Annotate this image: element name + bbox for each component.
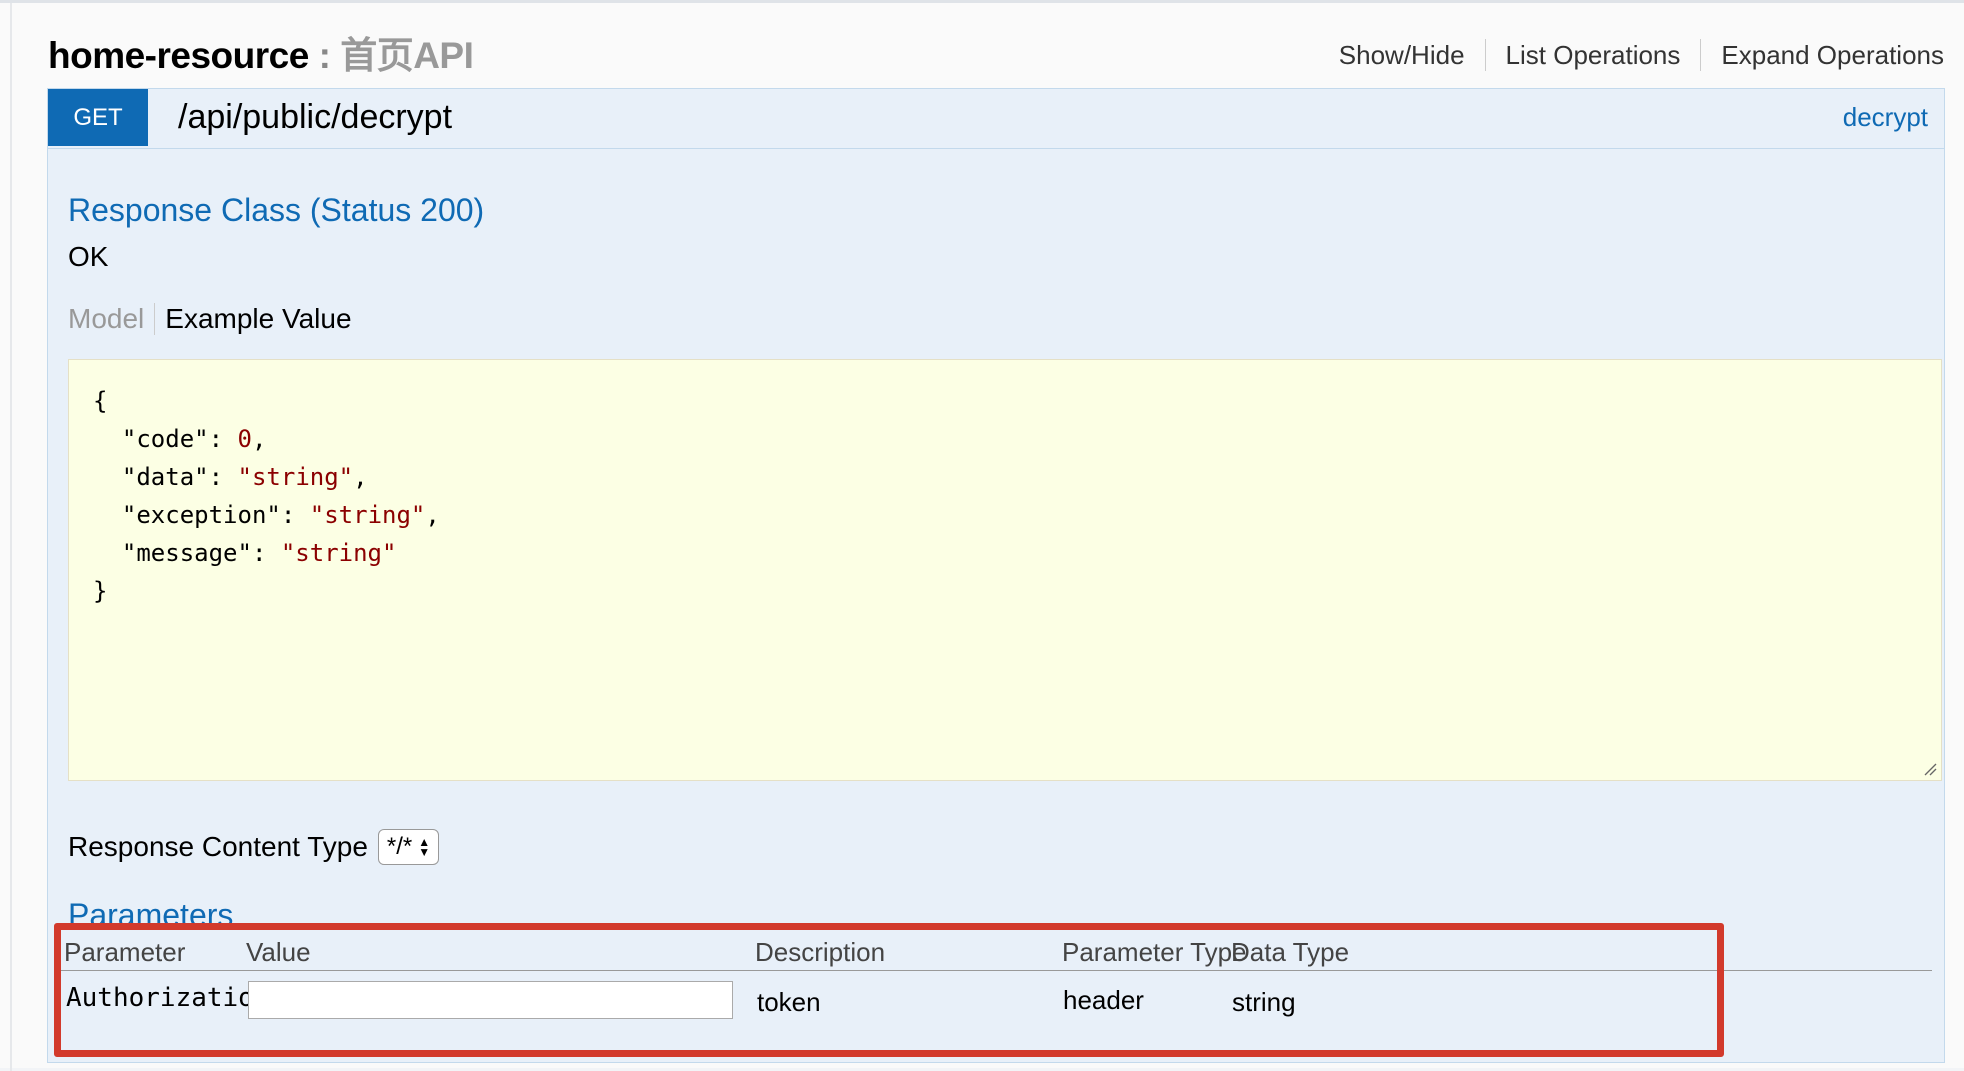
parameters-title: Parameters: [68, 897, 234, 925]
response-status-text: OK: [68, 241, 109, 272]
authorization-value-input[interactable]: [248, 981, 733, 1019]
signature-tabs: Model Example Value: [68, 303, 352, 335]
parameter-description: token: [757, 987, 821, 1017]
resource-links: Show/Hide List Operations Expand Operati…: [1319, 39, 1944, 71]
parameter-name: Authorization: [66, 983, 270, 1013]
column-header-parameter: Parameter: [64, 937, 186, 967]
column-header-description: Description: [755, 937, 886, 967]
http-method-badge[interactable]: GET: [48, 89, 148, 146]
json-comma: ,: [425, 501, 440, 529]
operation-heading[interactable]: GET /api/public/decrypt decrypt: [48, 89, 1944, 149]
json-value: "string": [309, 501, 426, 529]
response-content-type: Response Content Type */* ▲ ▼: [68, 829, 440, 865]
content-type-selected: */*: [386, 833, 413, 860]
json-line: "code": 0,: [121, 425, 267, 453]
json-key: "data": [121, 463, 209, 491]
resource-separator: :: [318, 35, 331, 76]
json-line: "message": "string": [121, 539, 397, 567]
column-header-value: Value: [246, 937, 311, 967]
resize-handle-icon[interactable]: [1923, 762, 1937, 776]
json-brace-close: }: [93, 577, 108, 605]
show-hide-link[interactable]: Show/Hide: [1319, 39, 1486, 71]
table-row: Authorization token header string: [58, 971, 1932, 1031]
tab-model[interactable]: Model: [68, 303, 156, 335]
json-line: "exception": "string",: [121, 501, 440, 529]
json-value: 0: [237, 425, 252, 453]
resource-name[interactable]: home-resource: [48, 35, 309, 76]
json-key: "exception": [121, 501, 281, 529]
column-header-parameter-type: Parameter Type: [1062, 937, 1247, 967]
list-operations-link[interactable]: List Operations: [1486, 39, 1702, 71]
parameter-type: header: [1063, 985, 1144, 1015]
json-key: "code": [121, 425, 209, 453]
response-class-title: Response Class (Status 200): [68, 192, 485, 228]
column-header-data-type: Data Type: [1231, 937, 1350, 967]
json-comma: ,: [251, 425, 267, 453]
json-brace-open: {: [93, 387, 108, 415]
select-arrows-icon: ▲ ▼: [418, 835, 431, 859]
parameter-data-type: string: [1232, 987, 1296, 1017]
json-comma: ,: [353, 463, 368, 491]
json-value: "string": [280, 539, 397, 567]
operation-nickname-link[interactable]: decrypt: [1843, 102, 1928, 133]
json-line: "data": "string",: [121, 463, 368, 491]
expand-operations-link[interactable]: Expand Operations: [1701, 39, 1944, 71]
resource-description: 首页API: [340, 35, 474, 76]
json-line: }: [93, 572, 1917, 610]
operation-panel: GET /api/public/decrypt decrypt Response…: [47, 88, 1945, 1063]
json-line: {: [93, 382, 1917, 420]
json-key: "message": [121, 539, 252, 567]
response-content-type-label: Response Content Type: [68, 831, 368, 862]
example-value-box[interactable]: { "code": 0, "data": "string", "exceptio…: [68, 359, 1942, 781]
swagger-page: home-resource : 首页API Show/Hide List Ope…: [0, 0, 1964, 1071]
operation-path[interactable]: /api/public/decrypt: [178, 98, 452, 137]
left-divider: [10, 3, 12, 1071]
parameters-table-header: Parameter Value Description Parameter Ty…: [58, 927, 1932, 971]
json-value: "string": [237, 463, 354, 491]
content-type-select[interactable]: */* ▲ ▼: [377, 829, 440, 865]
resource-heading[interactable]: home-resource : 首页API: [48, 25, 474, 79]
tab-example-value[interactable]: Example Value: [155, 303, 351, 335]
